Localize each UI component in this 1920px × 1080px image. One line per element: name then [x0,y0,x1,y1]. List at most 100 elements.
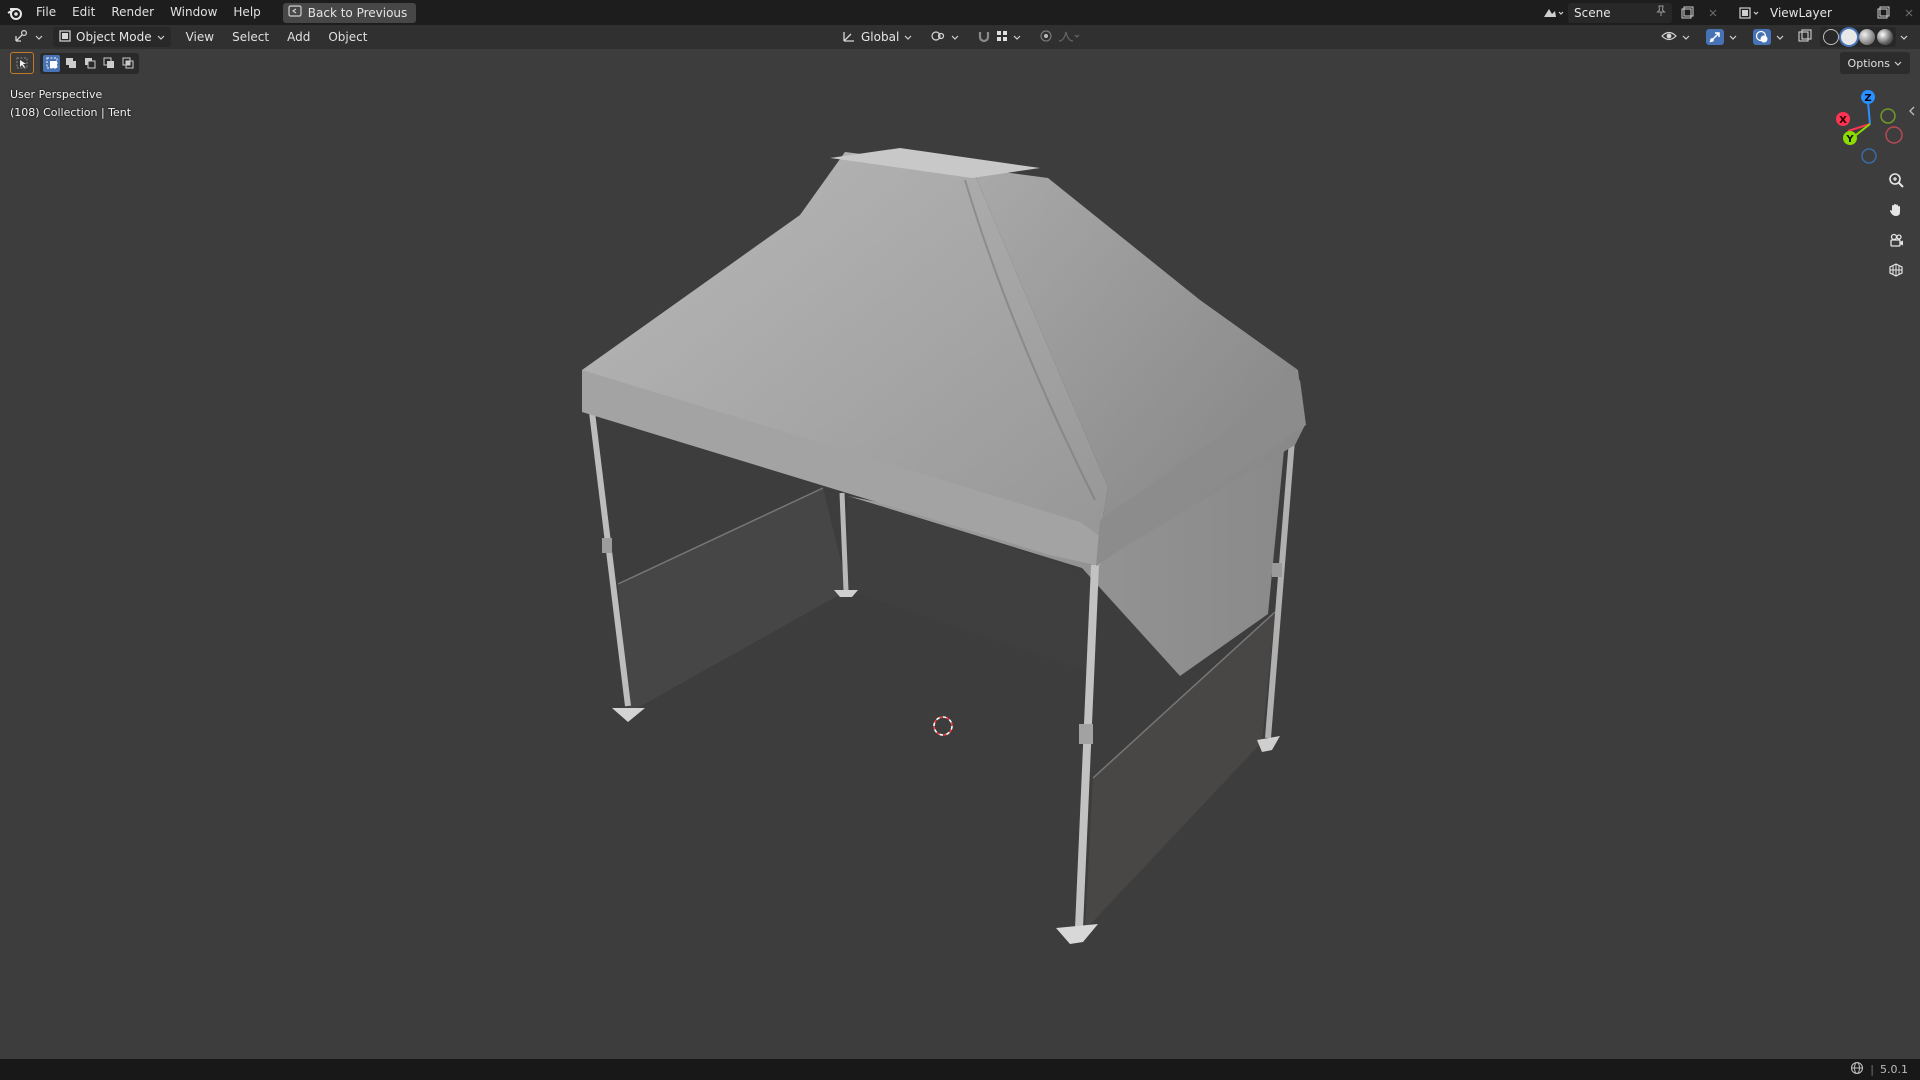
view-layer-selector-icon[interactable] [1738,3,1760,23]
camera-icon [1888,232,1904,252]
top-bar: File Edit Render Window Help Back to Pre… [0,0,1920,25]
chevron-down-icon [1013,30,1021,44]
gizmo-neg-z[interactable] [1861,148,1877,164]
solid-shading-icon[interactable] [1841,29,1857,45]
overlay-icon [1753,29,1771,45]
tent-foot-front-left [612,708,645,722]
viewport-display-tools [1655,25,1908,49]
chevron-down-icon[interactable] [1900,30,1908,44]
menu-object[interactable]: Object [319,30,376,44]
editor-type-icon [14,29,30,46]
world-icon [1850,1061,1864,1078]
select-intersect-icon[interactable] [119,55,136,72]
menu-window[interactable]: Window [162,0,225,25]
navigation-gizmo[interactable]: X Y Z [1836,90,1903,164]
global-icon [842,29,856,46]
select-invert-icon[interactable] [100,55,117,72]
object-mode-dropdown[interactable]: Object Mode [53,27,171,47]
xray-toggle[interactable] [1794,27,1816,47]
scene-name: Scene [1574,5,1611,20]
view-layer-name: ViewLayer [1770,5,1832,20]
overlay-toggle[interactable] [1747,27,1790,47]
tool-header [10,52,139,74]
close-icon[interactable] [1702,3,1724,23]
menu-edit[interactable]: Edit [64,0,103,25]
wireframe-shading-icon[interactable] [1823,29,1839,45]
select-tool-icon [16,54,28,73]
snap-toggle[interactable] [971,27,1027,47]
blender-logo-icon[interactable] [2,0,28,25]
zoom-icon [1888,172,1904,192]
perspective-label: User Perspective [10,88,103,101]
gizmo-x-label: X [1839,115,1847,126]
version-label: 5.0.1 [1880,1063,1908,1076]
object-mode-icon [59,29,71,45]
gizmo-icon [1706,29,1724,45]
select-extend-icon[interactable] [62,55,79,72]
snap-icon [977,29,991,46]
tent-left-wall [618,488,848,712]
3d-cursor[interactable] [933,716,953,736]
falloff-icon [1058,29,1080,46]
tent-pole-front-left-clamp [602,538,612,553]
grid-icon [1888,262,1904,282]
menu-render[interactable]: Render [103,0,162,25]
back-to-previous-button[interactable]: Back to Previous [282,2,417,23]
view-layer-field[interactable]: ViewLayer [1764,3,1868,23]
menu-select[interactable]: Select [223,30,278,44]
visibility-icon [1661,29,1677,46]
back-to-previous-label: Back to Previous [307,5,408,20]
transform-orientation-dropdown[interactable]: Global [836,27,918,47]
gizmo-neg-x[interactable] [1885,126,1903,144]
transform-tools: Global [836,25,1086,49]
status-separator: | [1870,1063,1874,1076]
tent-foot-back [834,590,858,597]
editor-type-selector[interactable] [8,27,49,47]
close-view-layer-icon[interactable] [1898,3,1920,23]
proportional-editing-toggle[interactable] [1033,27,1086,47]
new-scene-icon[interactable] [1676,3,1698,23]
material-shading-icon[interactable] [1859,29,1875,45]
snap-grid-icon [996,30,1008,45]
sidebar-toggle-icon[interactable] [1908,102,1918,116]
select-tool-button[interactable] [10,52,34,74]
hand-icon [1888,202,1904,222]
scene-name-field[interactable]: Scene [1568,2,1672,23]
gizmo-y-label: Y [1845,134,1854,145]
proportional-icon [1039,29,1053,46]
gizmo-z-label: Z [1864,93,1871,104]
menu-help[interactable]: Help [225,0,268,25]
pin-icon[interactable] [1656,5,1666,20]
pan-button[interactable] [1882,198,1910,226]
pivot-point-dropdown[interactable] [924,27,965,47]
scene-selector-icon[interactable] [1542,3,1564,23]
tent-pole-front-left [589,411,631,707]
menu-view[interactable]: View [177,30,223,44]
pivot-icon [930,29,946,46]
chevron-down-icon [1729,30,1737,44]
object-mode-label: Object Mode [76,30,152,44]
options-dropdown[interactable]: Options [1839,52,1910,74]
rendered-shading-icon[interactable] [1877,29,1893,45]
collection-info: (108) Collection | Tent [10,106,132,119]
zoom-button[interactable] [1882,168,1910,196]
visibility-dropdown[interactable] [1655,27,1696,47]
new-view-layer-icon[interactable] [1872,3,1894,23]
chevron-down-icon [951,30,959,44]
select-subtract-icon[interactable] [81,55,98,72]
gizmo-neg-y[interactable] [1880,108,1896,124]
tent-pole-right-clamp [1272,563,1282,577]
gizmo-toggle[interactable] [1700,27,1743,47]
menu-add[interactable]: Add [278,30,319,44]
camera-view-button[interactable] [1882,228,1910,256]
back-icon [288,5,302,20]
options-label: Options [1847,56,1890,70]
viewport-canvas[interactable]: X Y Z [0,49,1920,1059]
tent-foot-front-right [1056,924,1098,944]
toggle-ortho-button[interactable] [1882,258,1910,286]
chevron-down-icon [904,30,912,44]
chevron-down-icon [35,30,43,44]
menu-file[interactable]: File [28,0,64,25]
select-new-icon[interactable] [43,54,60,72]
shading-mode-group [1820,27,1896,47]
